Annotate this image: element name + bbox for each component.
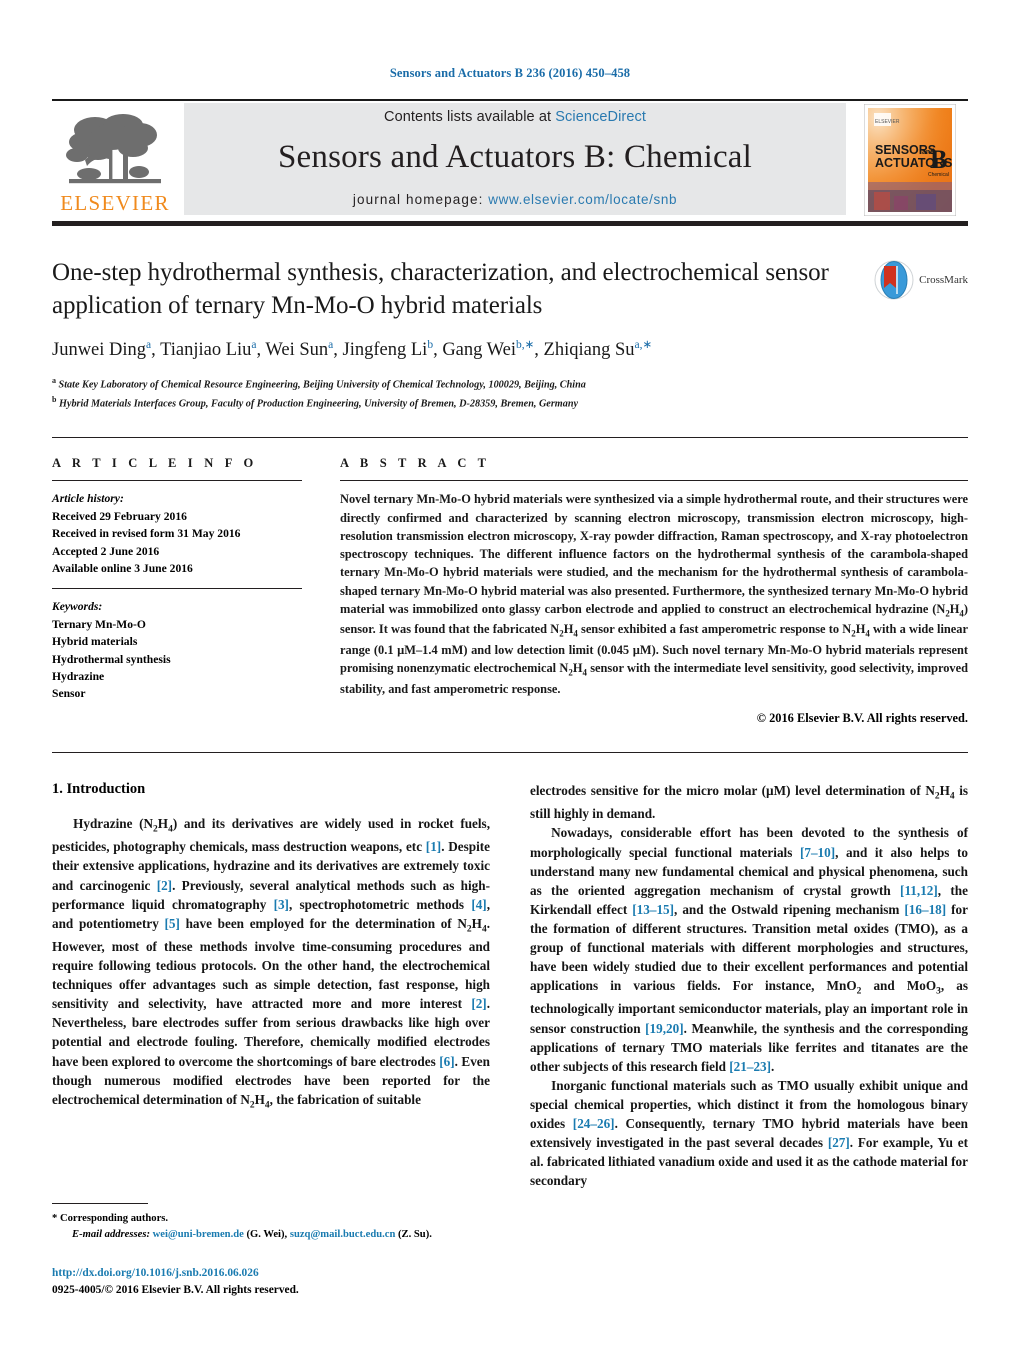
masthead-bottom-bar <box>52 221 968 226</box>
email-owner-su: (Z. Su). <box>398 1228 432 1240</box>
elsevier-wordmark: ELSEVIER <box>60 191 170 215</box>
homepage-url-link[interactable]: www.elsevier.com/locate/snb <box>488 192 677 207</box>
sciencedirect-link[interactable]: ScienceDirect <box>555 109 646 125</box>
corresponding-author-note: * Corresponding authors. <box>52 1211 482 1227</box>
history-item: Accepted 2 June 2016 <box>52 544 160 558</box>
journal-homepage-line: journal homepage: www.elsevier.com/locat… <box>353 192 677 207</box>
doi-link[interactable]: http://dx.doi.org/10.1016/j.snb.2016.06.… <box>52 1265 482 1282</box>
svg-text:B: B <box>930 145 947 174</box>
history-item: Available online 3 June 2016 <box>52 561 193 575</box>
affiliation-b: b Hybrid Materials Interfaces Group, Fac… <box>52 394 834 412</box>
email-owner-wei: (G. Wei), <box>246 1228 288 1240</box>
keyword-item: Hydrazine <box>52 669 105 683</box>
footnote-rule <box>52 1203 148 1204</box>
history-item: Received 29 February 2016 <box>52 509 187 523</box>
title-block: One-step hydrothermal synthesis, charact… <box>52 256 968 411</box>
email-addresses-note: E-mail addresses: wei@uni-bremen.de (G. … <box>52 1227 482 1243</box>
keyword-item: Ternary Mn-Mo-O <box>52 617 146 631</box>
affiliation-marker-b: b <box>52 394 57 404</box>
abstract-bottom-divider <box>52 752 968 754</box>
email-link-su[interactable]: suzq@mail.buct.edu.cn <box>290 1229 396 1240</box>
article-history-label: Article history: <box>52 492 124 506</box>
keyword-item: Hybrid materials <box>52 635 138 649</box>
journal-masthead: ELSEVIER Contents lists available at Sci… <box>52 101 968 219</box>
abstract-copyright: © 2016 Elsevier B.V. All rights reserved… <box>756 711 968 726</box>
crossmark-badge[interactable]: CrossMark <box>850 256 968 411</box>
author-list: Junwei Dinga, Tianjiao Liua, Wei Suna, J… <box>52 338 653 360</box>
body-column-left: 1. Introduction Hydrazine (N2H4) and its… <box>52 781 490 1190</box>
keyword-item: Sensor <box>52 687 86 701</box>
journal-cover-thumbnail[interactable]: ELSEVIER SENSORS and ACTUATORS B Chemica… <box>852 101 968 219</box>
title-bottom-divider <box>52 437 968 439</box>
paragraph: Nowadays, considerable effort has been d… <box>530 825 969 1074</box>
issn-copyright-line: 0925-4005/© 2016 Elsevier B.V. All right… <box>52 1283 299 1296</box>
abstract-heading: A B S T R A C T <box>340 456 491 471</box>
page-title: One-step hydrothermal synthesis, charact… <box>52 259 829 320</box>
history-item: Received in revised form 31 May 2016 <box>52 527 241 541</box>
svg-text:ELSEVIER: ELSEVIER <box>875 119 900 125</box>
affiliation-a: a State Key Laboratory of Chemical Resou… <box>52 375 834 393</box>
article-first-page: Sensors and Actuators B 236 (2016) 450–4… <box>0 0 1020 1351</box>
corresponding-marker: * <box>52 1213 58 1224</box>
corresponding-label: Corresponding authors. <box>59 1213 169 1224</box>
crossmark-icon <box>874 260 914 300</box>
elsevier-logo[interactable]: ELSEVIER <box>52 101 178 219</box>
affiliation-a-text: State Key Laboratory of Chemical Resourc… <box>58 379 586 391</box>
elsevier-tree-icon <box>66 114 161 184</box>
crossmark-label: CrossMark <box>919 274 968 286</box>
abstract-text: Novel ternary Mn-Mo-O hybrid materials w… <box>340 492 968 696</box>
paragraph: Inorganic functional materials such as T… <box>530 1077 969 1189</box>
journal-title: Sensors and Actuators B: Chemical <box>277 139 753 175</box>
journal-banner: Contents lists available at ScienceDirec… <box>184 103 846 215</box>
paragraph: Hydrazine (N2H4) and its derivatives are… <box>52 816 490 1111</box>
article-info-heading: A R T I C L E I N F O <box>52 456 258 471</box>
body-column-right: electrodes sensitive for the micro molar… <box>530 781 968 1190</box>
paragraph: electrodes sensitive for the micro molar… <box>530 783 968 822</box>
keyword-item: Hydrothermal synthesis <box>52 652 171 666</box>
info-abstract-section: A R T I C L E I N F O Article history: R… <box>52 456 968 726</box>
body-columns: 1. Introduction Hydrazine (N2H4) and its… <box>52 781 968 1190</box>
journal-cover-image: ELSEVIER SENSORS and ACTUATORS B Chemica… <box>864 104 956 216</box>
contents-label: Contents lists available at <box>384 109 556 125</box>
affiliation-b-text: Hybrid Materials Interfaces Group, Facul… <box>59 397 579 409</box>
page-footer: * Corresponding authors. E-mail addresse… <box>52 1203 482 1299</box>
email-label: E-mail addresses: <box>72 1228 150 1240</box>
keywords-rule <box>52 588 302 590</box>
doi-block: http://dx.doi.org/10.1016/j.snb.2016.06.… <box>52 1265 482 1299</box>
svg-text:Chemical: Chemical <box>928 172 949 178</box>
email-link-wei[interactable]: wei@uni-bremen.de <box>153 1229 244 1240</box>
abstract-rule <box>340 480 968 482</box>
homepage-label: journal homepage: <box>352 192 489 207</box>
contents-list-line: Contents lists available at ScienceDirec… <box>384 109 646 125</box>
article-info-rule <box>52 480 302 482</box>
keywords-label: Keywords: <box>52 600 103 614</box>
abstract-column: A B S T R A C T Novel ternary Mn-Mo-O hy… <box>340 456 968 726</box>
running-head: Sensors and Actuators B 236 (2016) 450–4… <box>389 66 631 80</box>
section-heading-introduction: 1. Introduction <box>52 781 146 798</box>
article-info-column: A R T I C L E I N F O Article history: R… <box>52 456 340 726</box>
affiliation-marker-a: a <box>52 375 56 385</box>
